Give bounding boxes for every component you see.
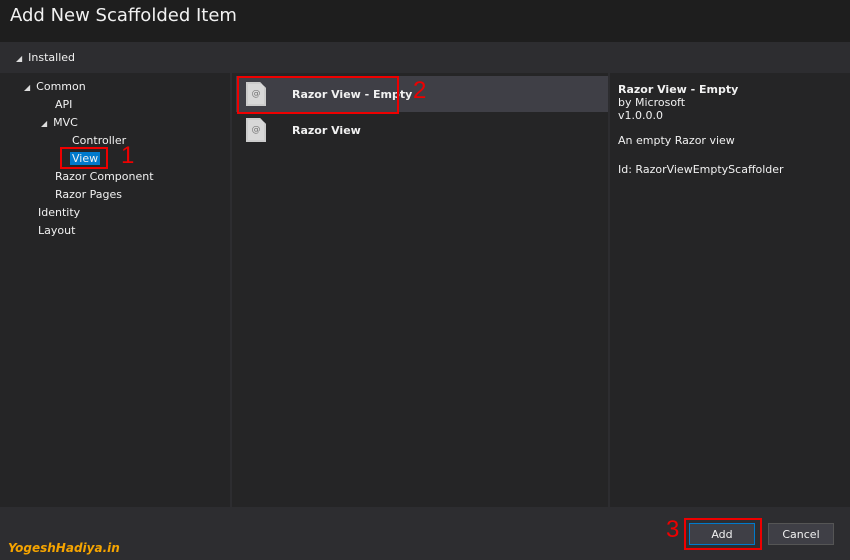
tree-item-controller[interactable]: Controller [72, 134, 126, 147]
add-button[interactable]: Add [689, 523, 755, 545]
tree-root-installed[interactable]: ◢ Installed [16, 51, 75, 64]
details-panel: Razor View - Empty by Microsoft v1.0.0.0… [610, 73, 850, 507]
tree-item-common[interactable]: ◢ Common [24, 80, 86, 93]
tree-item-mvc[interactable]: ◢ MVC [41, 116, 78, 129]
collapse-triangle-icon[interactable]: ◢ [41, 119, 47, 128]
tree-item-identity[interactable]: Identity [38, 206, 80, 219]
annotation-number-3: 3 [666, 516, 680, 543]
cancel-button[interactable]: Cancel [768, 523, 834, 545]
tree-item-layout[interactable]: Layout [38, 224, 75, 237]
tree-item-razor-pages[interactable]: Razor Pages [55, 188, 122, 201]
annotation-box-2 [237, 76, 399, 114]
details-name: Razor View - Empty [618, 83, 739, 96]
template-list: @ Razor View - Empty @ Razor View [232, 73, 608, 507]
template-razor-view[interactable]: @ Razor View [236, 112, 608, 148]
tree-item-api[interactable]: API [55, 98, 72, 111]
category-tree: ◢ Common API ◢ MVC Controller View Razor C… [0, 73, 230, 507]
razor-file-icon: @ [246, 118, 266, 142]
details-id: Id: RazorViewEmptyScaffolder [618, 163, 784, 176]
tree-item-razor-component[interactable]: Razor Component [55, 170, 154, 183]
tree-root-label: Installed [28, 51, 76, 64]
details-version: v1.0.0.0 [618, 109, 663, 122]
collapse-triangle-icon[interactable]: ◢ [16, 54, 22, 63]
dialog-title: Add New Scaffolded Item [0, 0, 850, 42]
details-author: by Microsoft [618, 96, 686, 109]
annotation-number-1: 1 [121, 142, 135, 169]
watermark: YogeshHadiya.in [8, 541, 120, 555]
template-label: Razor View [292, 123, 361, 137]
annotation-box-1 [60, 147, 108, 169]
details-description: An empty Razor view [618, 134, 735, 147]
collapse-triangle-icon[interactable]: ◢ [24, 83, 30, 92]
annotation-number-2: 2 [413, 77, 427, 104]
